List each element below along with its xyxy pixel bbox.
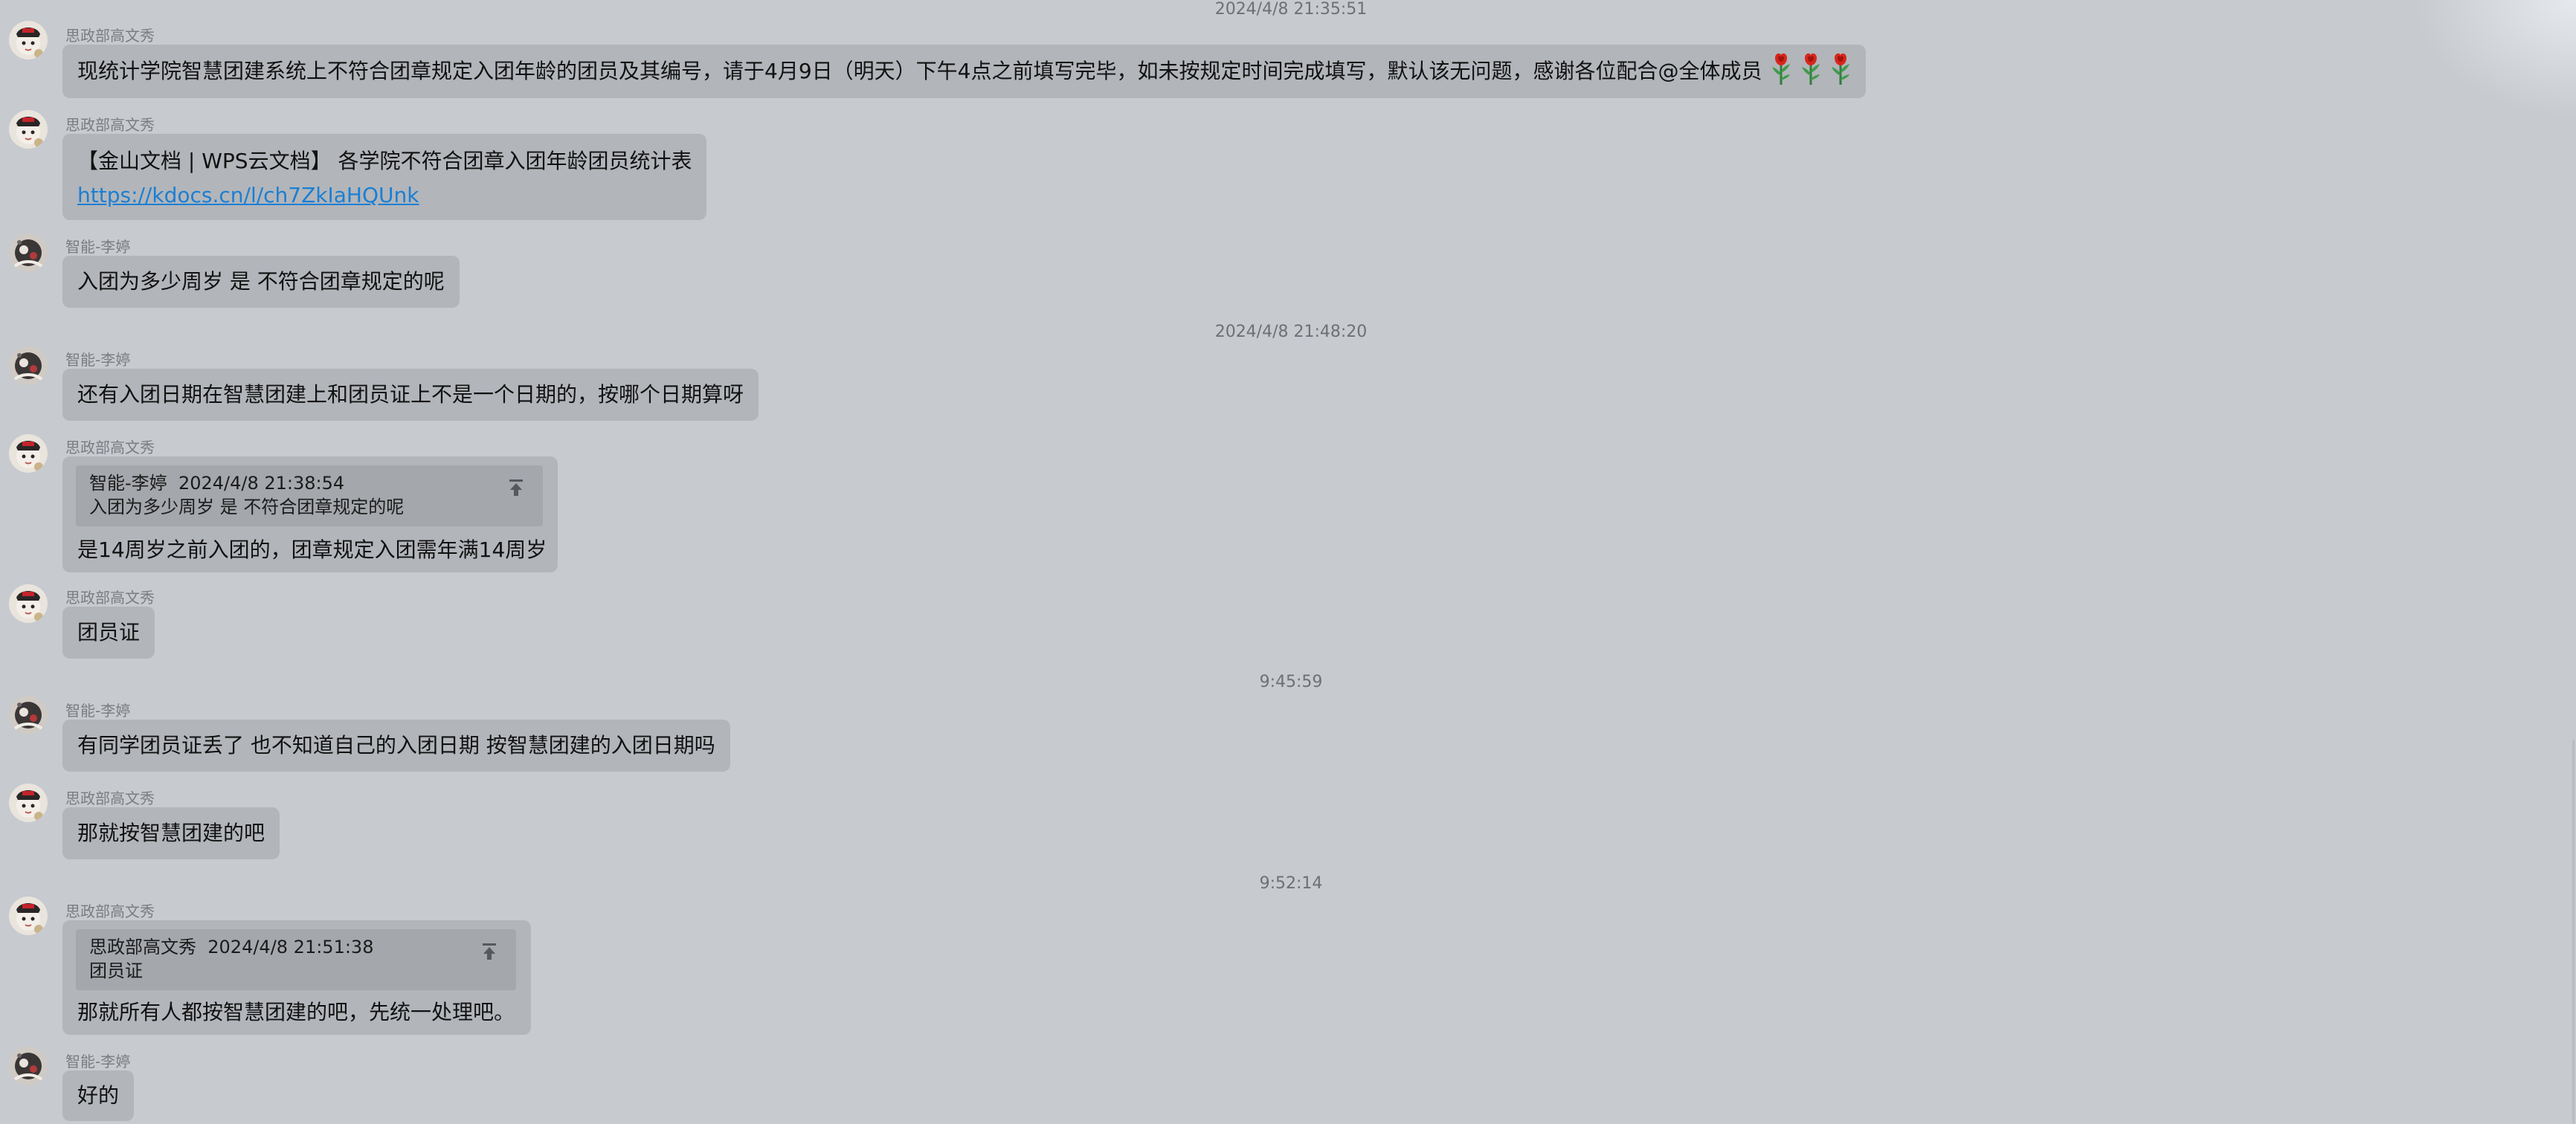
message-bubble[interactable]: 有同学团员证丢了 也不知道自己的入团日期 按智慧团建的入团日期吗 [62,720,730,772]
message-bubble[interactable]: 【金山文档 | WPS云文档】 各学院不符合团章入团年龄团员统计表 https:… [62,134,707,220]
message-bubble-with-quote[interactable]: 智能-李婷 2024/4/8 21:38:54 入团为多少周岁 是 不符合团章规… [62,456,558,572]
message-bubble[interactable]: 那就按智慧团建的吧 [62,807,280,859]
message-text: 那就按智慧团建的吧 [77,821,265,845]
message-bubble[interactable]: 还有入团日期在智慧团建上和团员证上不是一个日期的，按哪个日期算呀 [62,369,759,421]
scrollbar-track[interactable] [2572,740,2575,1124]
jump-to-quote-icon[interactable] [479,941,500,962]
sender-name: 智能-李婷 [65,238,131,256]
message-text: 有同学团员证丢了 也不知道自己的入团日期 按智慧团建的入团日期吗 [77,733,715,758]
timestamp: 9:45:59 [1259,673,1323,691]
quoted-message[interactable]: 思政部高文秀 2024/4/8 21:51:38 团员证 [76,929,516,990]
avatar-gao-icon[interactable] [9,21,48,59]
message-text: 入团为多少周岁 是 不符合团章规定的呢 [77,269,445,294]
quote-text: 团员证 [89,960,143,981]
message-bubble-with-quote[interactable]: 思政部高文秀 2024/4/8 21:51:38 团员证 那就所有人都按智慧团建… [62,920,531,1035]
sender-name: 智能-李婷 [65,351,131,369]
sender-name: 思政部高文秀 [65,589,155,607]
sender-name: 思政部高文秀 [65,439,155,456]
avatar-gao-icon[interactable] [9,110,48,149]
sender-name: 思政部高文秀 [65,116,155,134]
chat-message-area[interactable]: 2024/4/8 21:35:51 思政部高文秀 现统计学院智慧团建系统上不符合… [0,0,2576,1124]
avatar-li-icon[interactable] [9,346,48,385]
message-bubble[interactable]: 好的 [62,1070,135,1121]
sender-name: 思政部高文秀 [65,27,155,45]
sender-name: 思政部高文秀 [65,902,155,920]
quote-time: 2024/4/8 21:51:38 [207,937,374,957]
message-bubble[interactable]: 入团为多少周岁 是 不符合团章规定的呢 [62,256,460,308]
sender-name: 智能-李婷 [65,702,131,720]
timestamp: 2024/4/8 21:35:51 [1214,0,1368,19]
message-text: 还有入团日期在智慧团建上和团员证上不是一个日期的，按哪个日期算呀 [77,382,744,407]
avatar-li-icon[interactable] [9,233,48,272]
message-text: 好的 [77,1083,120,1108]
avatar-gao-icon[interactable] [9,784,48,822]
quoted-message[interactable]: 智能-李婷 2024/4/8 21:38:54 入团为多少周岁 是 不符合团章规… [76,465,543,526]
jump-to-quote-icon[interactable] [506,477,527,498]
message-text: 【金山文档 | WPS云文档】 各学院不符合团章入团年龄团员统计表 [77,149,692,173]
quote-header: 思政部高文秀 2024/4/8 21:51:38 [89,935,503,959]
quote-author: 智能-李婷 [89,473,167,494]
message-bubble[interactable]: 现统计学院智慧团建系统上不符合团章规定入团年龄的团员及其编号，请于4月9日（明天… [62,45,1867,98]
quote-time: 2024/4/8 21:38:54 [178,473,345,494]
avatar-gao-icon[interactable] [9,897,48,935]
quote-text: 入团为多少周岁 是 不符合团章规定的呢 [89,497,405,517]
rose-icon [1830,52,1851,86]
quote-author: 思政部高文秀 [89,937,196,957]
sender-name: 智能-李婷 [65,1053,131,1070]
avatar-li-icon[interactable] [9,1047,48,1085]
avatar-gao-icon[interactable] [9,584,48,623]
rose-icon [1800,52,1821,86]
quote-header: 智能-李婷 2024/4/8 21:38:54 [89,471,529,495]
window-corner-glow [2412,0,2576,119]
timestamp: 9:52:14 [1259,874,1323,893]
document-link[interactable]: https://kdocs.cn/l/ch7ZkIaHQUnk [77,178,692,213]
message-text: 是14周岁之前入团的，团章规定入团需年满14周岁 [77,537,547,562]
rose-icon [1771,52,1791,86]
timestamp: 2024/4/8 21:48:20 [1214,323,1368,341]
sender-name: 思政部高文秀 [65,789,155,807]
avatar-li-icon[interactable] [9,696,48,734]
message-text: 团员证 [77,620,141,645]
message-text: 那就所有人都按智慧团建的吧，先统一处理吧。 [77,1000,515,1024]
avatar-gao-icon[interactable] [9,434,48,473]
message-text: 现统计学院智慧团建系统上不符合团章规定入团年龄的团员及其编号，请于4月9日（明天… [77,59,1762,83]
message-bubble[interactable]: 团员证 [62,607,155,659]
